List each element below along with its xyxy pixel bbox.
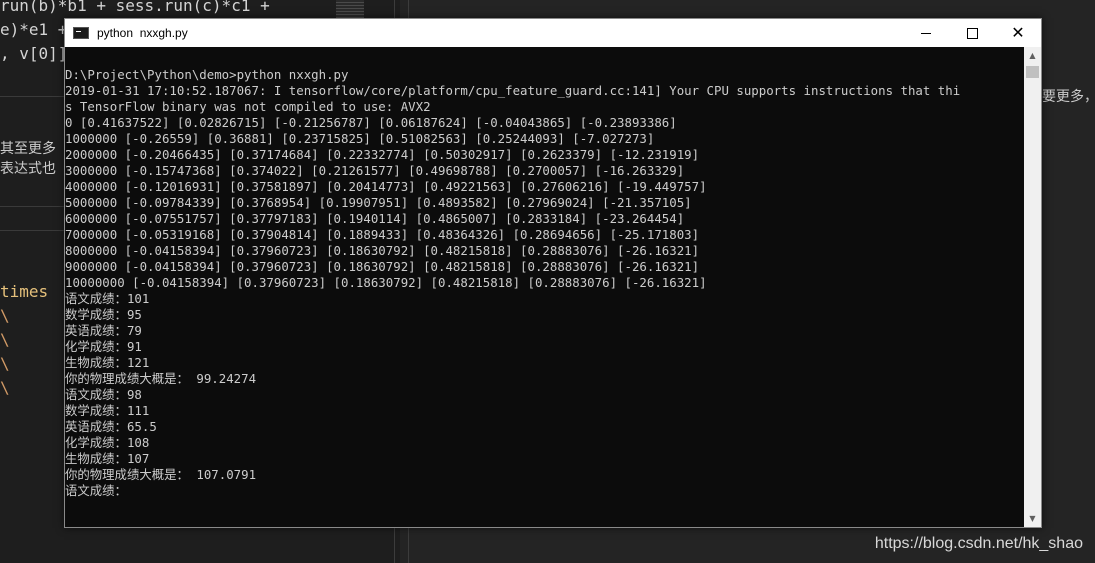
console-line: 语文成绩：101 [65, 291, 150, 306]
console-line: 你的物理成绩大概是： 99.24274 [65, 371, 257, 386]
code-continuation-4: \ [0, 378, 10, 397]
console-line: 8000000 [-0.04158394] [0.37960723] [0.18… [65, 243, 700, 258]
console-line: 10000000 [-0.04158394] [0.37960723] [0.1… [65, 275, 707, 290]
background-text-fragment: 要更多，相 [1042, 89, 1095, 105]
scroll-down-icon[interactable]: ▼ [1024, 510, 1041, 527]
minimize-icon [921, 32, 931, 34]
console-line: 化学成绩：91 [65, 339, 142, 354]
console-line: 5000000 [-0.09784339] [0.3768954] [0.199… [65, 195, 692, 210]
window-titlebar[interactable]: python nxxgh.py ✕ [65, 19, 1041, 47]
console-line: 7000000 [-0.05319168] [0.37904814] [0.18… [65, 227, 700, 242]
console-line: 英语成绩：65.5 [65, 419, 157, 434]
console-line: 生物成绩：121 [65, 355, 150, 370]
console-line: 2000000 [-0.20466435] [0.37174684] [0.22… [65, 147, 700, 162]
code-continuation-2: \ [0, 330, 10, 349]
console-line: 3000000 [-0.15747368] [0.374022] [0.2126… [65, 163, 685, 178]
console-line: D:\Project\Python\demo>python nxxgh.py [65, 67, 349, 82]
console-window[interactable]: python nxxgh.py ✕ D:\Project\Python\demo… [64, 18, 1042, 528]
scroll-thumb[interactable] [1026, 66, 1039, 78]
maximize-button[interactable] [949, 19, 995, 47]
editor-divider [0, 230, 64, 231]
text-fragment-1: 其至更多 [0, 141, 56, 157]
console-output[interactable]: D:\Project\Python\demo>python nxxgh.py 20… [65, 67, 1025, 527]
code-line-2: e)*e1 + [0, 20, 68, 39]
window-controls: ✕ [903, 19, 1041, 47]
minimize-button[interactable] [903, 19, 949, 47]
console-line: 0 [0.41637522] [0.02826715] [-0.21256787… [65, 115, 677, 130]
editor-divider [0, 96, 64, 97]
code-times: times [0, 282, 49, 301]
code-continuation-1: \ [0, 306, 10, 325]
console-line: 数学成绩：95 [65, 307, 142, 322]
close-icon: ✕ [1011, 23, 1025, 42]
console-line: 6000000 [-0.07551757] [0.37797183] [0.19… [65, 211, 685, 226]
console-line: s TensorFlow binary was not compiled to … [65, 99, 431, 114]
code-continuation-3: \ [0, 354, 10, 373]
console-line: 语文成绩： [65, 483, 127, 498]
console-line: 数学成绩：111 [65, 403, 150, 418]
console-line: 英语成绩：79 [65, 323, 142, 338]
console-line: 你的物理成绩大概是： 107.0791 [65, 467, 257, 482]
editor-minimap[interactable] [336, 0, 364, 18]
console-line: 2019-01-31 17:10:52.187067: I tensorflow… [65, 83, 961, 98]
scroll-up-icon[interactable]: ▲ [1024, 47, 1041, 64]
window-title: python nxxgh.py [97, 26, 188, 40]
editor-divider [0, 206, 64, 207]
desktop: run(b)*b1 + sess.run(c)*c1 + e)*e1 + , v… [0, 0, 1095, 563]
close-button[interactable]: ✕ [995, 19, 1041, 47]
console-line: 9000000 [-0.04158394] [0.37960723] [0.18… [65, 259, 700, 274]
watermark: https://blog.csdn.net/hk_shao [874, 535, 1083, 552]
vertical-scrollbar[interactable]: ▲ ▼ [1024, 47, 1041, 527]
console-line: 语文成绩：98 [65, 387, 142, 402]
console-line: 4000000 [-0.12016931] [0.37581897] [0.20… [65, 179, 707, 194]
console-app-icon [73, 27, 89, 39]
console-line: 化学成绩：108 [65, 435, 150, 450]
console-line: 1000000 [-0.26559] [0.36881] [0.23715825… [65, 131, 655, 146]
text-fragment-2: 表达式也 [0, 161, 56, 177]
code-line-1: run(b)*b1 + sess.run(c)*c1 + [0, 0, 270, 15]
code-line-3: , v[0]] [0, 44, 68, 63]
console-line: 生物成绩：107 [65, 451, 150, 466]
maximize-icon [966, 27, 978, 39]
